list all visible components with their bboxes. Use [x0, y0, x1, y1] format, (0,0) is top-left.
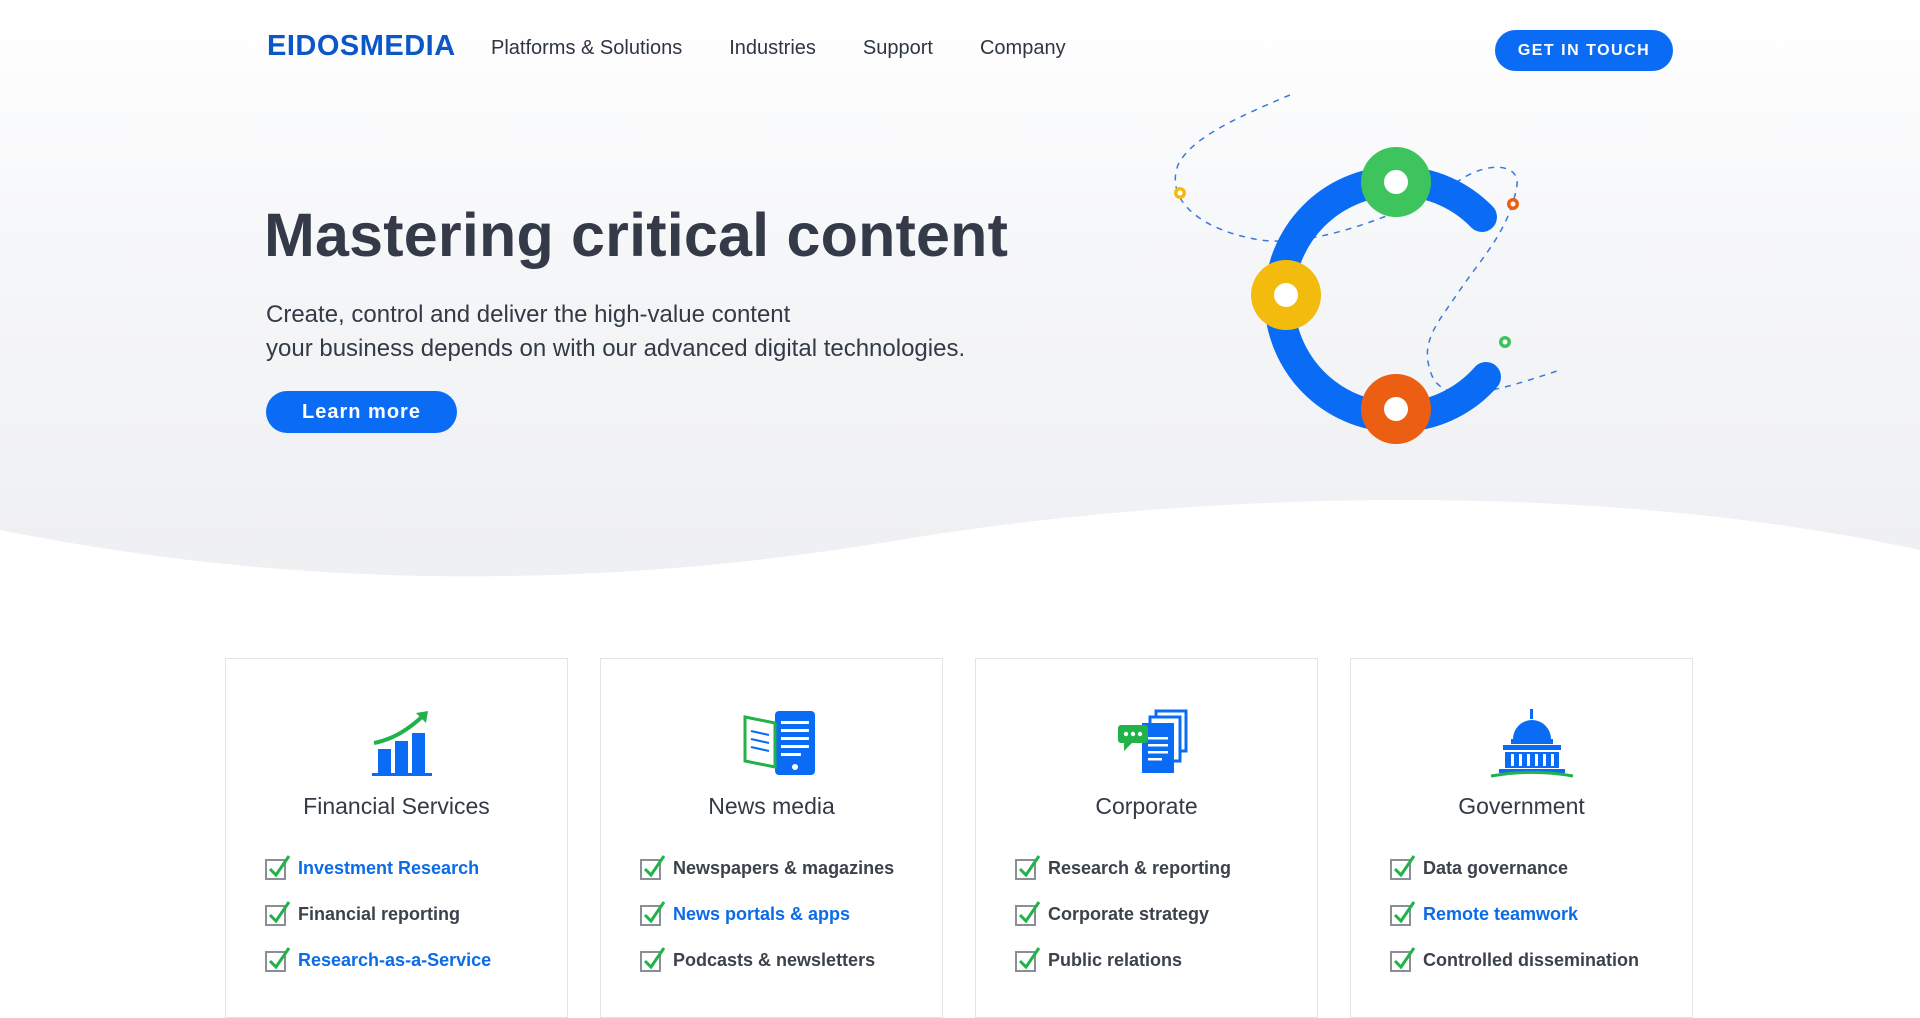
hero-subtitle-line-2: your business depends on with our advanc… — [266, 335, 966, 362]
list-item-label: Data governance — [1423, 857, 1569, 878]
card-list: Data governance Remote teamwork Controll… — [1389, 845, 1639, 983]
list-item-label: Controlled dissemination — [1423, 949, 1640, 970]
card-list: Investment Research Financial reporting … — [264, 845, 491, 983]
nav-platforms-solutions[interactable]: Platforms & Solutions — [491, 37, 682, 60]
list-item-label: Corporate strategy — [1048, 903, 1210, 924]
checkbox-checked-icon — [1015, 855, 1041, 880]
content-cycle-graphic — [1174, 94, 1561, 444]
capitol-building-icon — [1490, 709, 1574, 778]
hero-subtitle: Create, control and deliver the high-val… — [266, 298, 1066, 366]
list-item-label: Financial reporting — [298, 903, 461, 924]
growth-chart-icon — [372, 711, 432, 776]
card-corporate[interactable]: Corporate Research & reporting Corporate… — [975, 658, 1318, 1018]
card-list: Newspapers & magazines News portals & ap… — [639, 845, 894, 983]
card-financial-services[interactable]: Financial Services Investment Research F… — [225, 658, 568, 1018]
main-nav: Platforms & Solutions Industries Support… — [491, 37, 1066, 60]
hero-subtitle-line-1: Create, control and deliver the high-val… — [266, 301, 791, 328]
list-item: Data governance — [1389, 845, 1639, 891]
card-title: Government — [1458, 793, 1585, 819]
checkbox-checked-icon — [265, 855, 291, 880]
list-item: Corporate strategy — [1014, 891, 1231, 937]
list-item-label: Research & reporting — [1048, 857, 1232, 878]
card-list: Research & reporting Corporate strategy … — [1014, 845, 1231, 983]
checkbox-checked-icon — [1390, 901, 1416, 926]
list-item[interactable]: News portals & apps — [639, 891, 894, 937]
checkbox-checked-icon — [640, 947, 666, 972]
list-item[interactable]: Remote teamwork — [1389, 891, 1639, 937]
checkbox-checked-icon — [640, 855, 666, 880]
list-item-label: Podcasts & newsletters — [673, 949, 876, 970]
list-item: Newspapers & magazines — [639, 845, 894, 891]
card-title: Financial Services — [303, 793, 490, 819]
list-item: Financial reporting — [264, 891, 491, 937]
list-item-label[interactable]: Research-as-a-Service — [298, 950, 491, 971]
hero-title: Mastering critical content — [264, 201, 1009, 269]
card-title: News media — [708, 793, 835, 819]
nav-support[interactable]: Support — [863, 37, 933, 60]
learn-more-button[interactable]: Learn more — [266, 391, 457, 433]
checkbox-checked-icon — [265, 901, 291, 926]
checkbox-checked-icon — [1015, 901, 1041, 926]
hero-wave — [0, 500, 1920, 620]
documents-chat-icon — [1118, 709, 1188, 773]
list-item: Public relations — [1014, 937, 1231, 983]
checkbox-checked-icon — [1390, 855, 1416, 880]
card-news-media[interactable]: News media Newspapers & magazines News p… — [600, 658, 943, 1018]
checkbox-checked-icon — [1390, 947, 1416, 972]
list-item[interactable]: Investment Research — [264, 845, 491, 891]
checkbox-checked-icon — [1015, 947, 1041, 972]
card-government[interactable]: Government Data governance Remote teamwo… — [1350, 658, 1693, 1018]
site-header: EIDOSMEDIA Platforms & Solutions Industr… — [0, 0, 1920, 100]
nav-industries[interactable]: Industries — [729, 37, 816, 60]
list-item: Research & reporting — [1014, 845, 1231, 891]
nav-company[interactable]: Company — [980, 37, 1066, 60]
list-item-label[interactable]: News portals & apps — [673, 904, 850, 925]
list-item-label[interactable]: Investment Research — [298, 858, 479, 879]
list-item: Controlled dissemination — [1389, 937, 1639, 983]
checkbox-checked-icon — [265, 947, 291, 972]
get-in-touch-button[interactable]: GET IN TOUCH — [1495, 30, 1673, 71]
list-item-label: Newspapers & magazines — [673, 857, 895, 878]
list-item: Podcasts & newsletters — [639, 937, 894, 983]
card-title: Corporate — [1095, 793, 1198, 819]
list-item-label: Public relations — [1048, 949, 1183, 970]
news-devices-icon — [743, 711, 815, 775]
list-item[interactable]: Research-as-a-Service — [264, 937, 491, 983]
eidosmedia-logo[interactable]: EIDOSMEDIA — [267, 30, 456, 63]
list-item-label[interactable]: Remote teamwork — [1423, 904, 1578, 925]
checkbox-checked-icon — [640, 901, 666, 926]
